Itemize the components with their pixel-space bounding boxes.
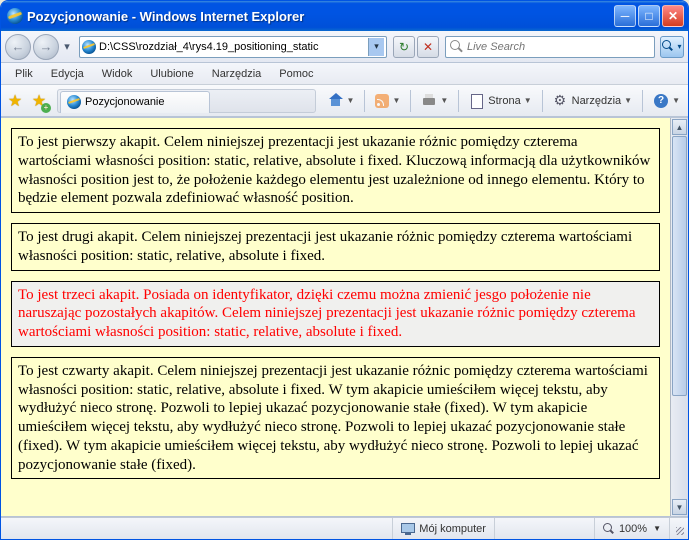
tab-strip: Pozycjonowanie (57, 89, 316, 113)
zoom-control[interactable]: 100% ▼ (595, 518, 670, 539)
refresh-button[interactable]: ↻ (393, 36, 415, 58)
zoom-value: 100% (619, 523, 647, 535)
scroll-up-button[interactable]: ▲ (672, 119, 687, 135)
feeds-button[interactable]: ▼ (371, 90, 404, 112)
menu-file[interactable]: Plik (7, 66, 41, 82)
page-icon-tool (469, 93, 485, 109)
gear-icon (553, 93, 569, 109)
status-zone: Mój komputer (393, 518, 495, 539)
navigation-bar: ← → ▾ ▾ ↻ ✕ ▾ (1, 31, 688, 63)
favorites-center-button[interactable]: ★ (5, 91, 25, 111)
add-favorite-button[interactable]: ★+ (29, 91, 49, 111)
address-input[interactable] (99, 41, 368, 53)
maximize-button[interactable]: □ (638, 5, 660, 27)
paragraph-3: To jest trzeci akapit. Posiada on identy… (11, 281, 660, 347)
page-content: ▲ ▼ To jest pierwszy akapit. Celem ninie… (1, 117, 688, 517)
browser-window: Pozycjonowanie - Windows Internet Explor… (0, 0, 689, 540)
home-button[interactable]: ▼ (324, 90, 359, 112)
page-menu-button[interactable]: Strona▼ (465, 90, 535, 112)
status-blank (495, 518, 595, 539)
computer-icon (401, 523, 415, 535)
status-bar: Mój komputer 100% ▼ (1, 517, 688, 539)
scroll-down-button[interactable]: ▼ (672, 499, 687, 515)
tools-menu-button[interactable]: Narzędzia▼ (549, 90, 636, 112)
window-title: Pozycjonowanie - Windows Internet Explor… (27, 9, 614, 24)
search-go-button[interactable]: ▾ (660, 36, 684, 58)
close-button[interactable]: ✕ (662, 5, 684, 27)
nav-history-dropdown[interactable]: ▾ (61, 40, 73, 53)
menu-tools[interactable]: Narzędzia (204, 66, 270, 82)
address-bar[interactable]: ▾ (79, 36, 387, 58)
address-dropdown[interactable]: ▾ (368, 38, 384, 56)
menu-help[interactable]: Pomoc (271, 66, 321, 82)
stop-button[interactable]: ✕ (417, 36, 439, 58)
forward-button[interactable]: → (33, 34, 59, 60)
resize-grip[interactable] (670, 521, 686, 537)
minimize-button[interactable]: ─ (614, 5, 636, 27)
tools-label: Narzędzia (572, 95, 622, 107)
search-icon (450, 40, 464, 54)
scrollbar-thumb[interactable] (672, 136, 687, 396)
menu-bar: Plik Edycja Widok Ulubione Narzędzia Pom… (1, 63, 688, 85)
menu-view[interactable]: Widok (94, 66, 141, 82)
menu-edit[interactable]: Edycja (43, 66, 92, 82)
tab-page-icon (67, 95, 81, 109)
page-icon (82, 40, 96, 54)
paragraph-2: To jest drugi akapit. Celem niniejszej p… (11, 223, 660, 271)
paragraph-4: To jest czwarty akapit. Celem niniejszej… (11, 357, 660, 480)
zone-label: Mój komputer (419, 523, 486, 535)
tab-title: Pozycjonowanie (85, 96, 165, 108)
menu-favorites[interactable]: Ulubione (142, 66, 201, 82)
print-icon (421, 93, 437, 109)
toolbar: ★ ★+ Pozycjonowanie ▼ ▼ ▼ Strona▼ Narzęd… (1, 85, 688, 117)
zoom-icon (603, 523, 615, 535)
paragraph-1: To jest pierwszy akapit. Celem niniejsze… (11, 128, 660, 213)
help-button[interactable]: ▼ (649, 90, 684, 112)
page-label: Strona (488, 95, 520, 107)
status-message (1, 518, 393, 539)
search-box[interactable] (445, 36, 655, 58)
print-button[interactable]: ▼ (417, 90, 452, 112)
tab-active[interactable]: Pozycjonowanie (60, 91, 210, 113)
help-icon (653, 93, 669, 109)
search-input[interactable] (467, 41, 650, 53)
home-icon (328, 93, 344, 109)
back-button[interactable]: ← (5, 34, 31, 60)
ie-icon (7, 8, 23, 24)
title-bar[interactable]: Pozycjonowanie - Windows Internet Explor… (1, 1, 688, 31)
rss-icon (375, 94, 389, 108)
